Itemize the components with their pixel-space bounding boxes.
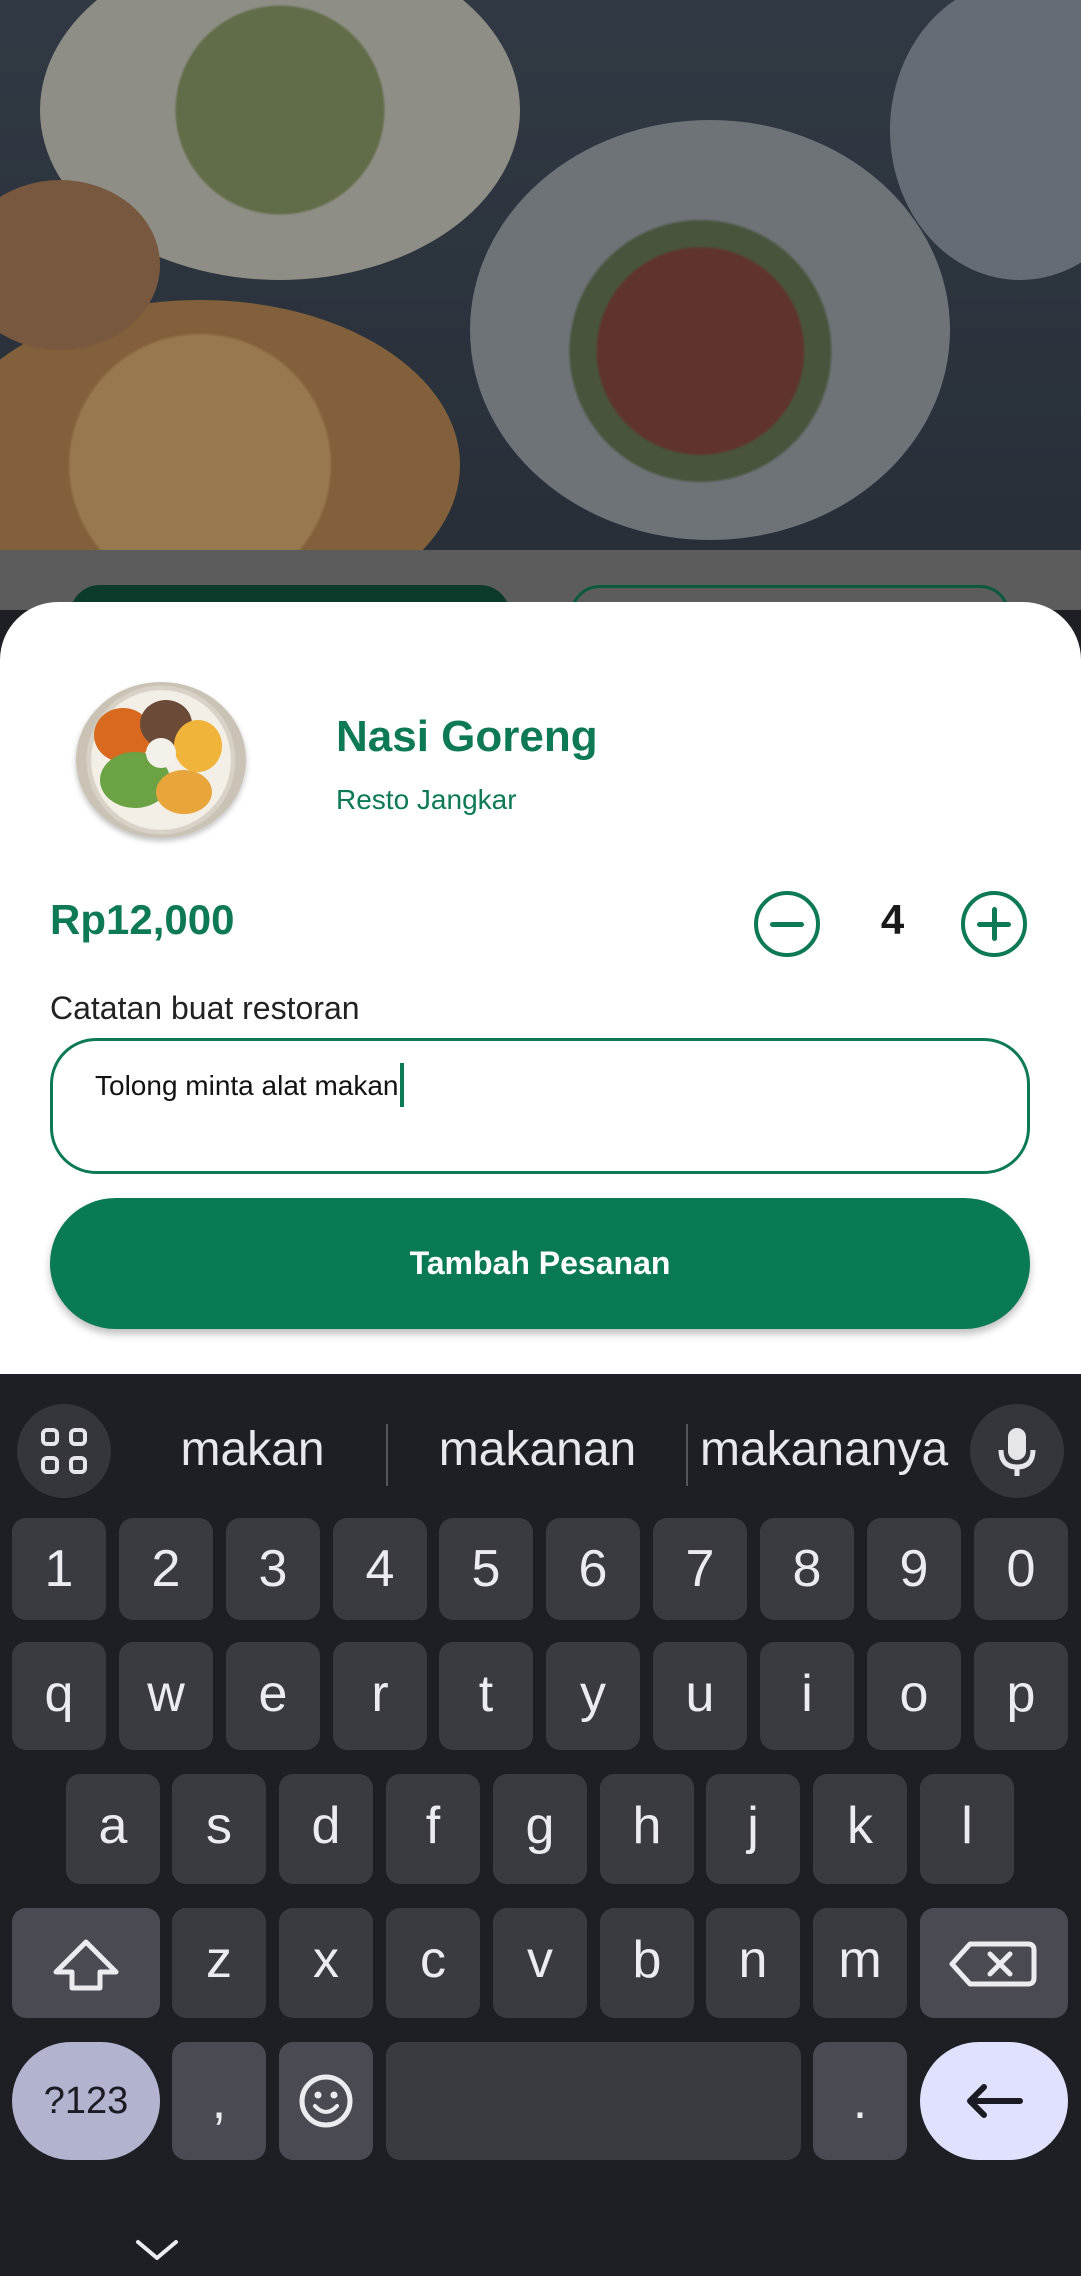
key-o[interactable]: o [867, 1642, 961, 1750]
key-t[interactable]: t [439, 1642, 533, 1750]
key-i[interactable]: i [760, 1642, 854, 1750]
key-h[interactable]: h [600, 1774, 694, 1884]
key-p[interactable]: p [974, 1642, 1068, 1750]
suggestion-divider [386, 1424, 388, 1486]
key-4[interactable]: 4 [333, 1518, 427, 1620]
shift-key[interactable] [12, 1908, 160, 2018]
enter-arrow-icon [967, 2084, 1023, 2118]
key-s[interactable]: s [172, 1774, 266, 1884]
key-g[interactable]: g [493, 1774, 587, 1884]
key-q[interactable]: q [12, 1642, 106, 1750]
key-8[interactable]: 8 [760, 1518, 854, 1620]
backspace-icon [949, 1941, 1037, 1987]
key-u[interactable]: u [653, 1642, 747, 1750]
emoji-icon [299, 2074, 353, 2128]
key-l[interactable]: l [920, 1774, 1014, 1884]
increase-quantity-button[interactable] [961, 891, 1027, 957]
key-2[interactable]: 2 [119, 1518, 213, 1620]
microphone-icon [998, 1428, 1036, 1476]
key-1[interactable]: 1 [12, 1518, 106, 1620]
food-price: Rp12,000 [50, 896, 235, 943]
period-key[interactable]: . [813, 2042, 907, 2160]
quantity-value: 4 [880, 896, 905, 943]
key-j[interactable]: j [706, 1774, 800, 1884]
food-name: Nasi Goreng [336, 712, 598, 761]
key-0[interactable]: 0 [974, 1518, 1068, 1620]
hero-food-photo [0, 0, 1081, 550]
key-3[interactable]: 3 [226, 1518, 320, 1620]
key-x[interactable]: x [279, 1908, 373, 2018]
restaurant-name: Resto Jangkar [336, 784, 517, 815]
key-n[interactable]: n [706, 1908, 800, 2018]
key-z[interactable]: z [172, 1908, 266, 2018]
key-w[interactable]: w [119, 1642, 213, 1750]
key-b[interactable]: b [600, 1908, 694, 2018]
key-c[interactable]: c [386, 1908, 480, 2018]
note-input-text: Tolong minta alat makan [95, 1070, 399, 1101]
key-f[interactable]: f [386, 1774, 480, 1884]
key-e[interactable]: e [226, 1642, 320, 1750]
chevron-down-icon [136, 2240, 178, 2260]
key-r[interactable]: r [333, 1642, 427, 1750]
comma-key[interactable]: , [172, 2042, 266, 2160]
key-k[interactable]: k [813, 1774, 907, 1884]
key-5[interactable]: 5 [439, 1518, 533, 1620]
key-v[interactable]: v [493, 1908, 587, 2018]
symbols-key[interactable]: ?123 [12, 2042, 160, 2160]
key-6[interactable]: 6 [546, 1518, 640, 1620]
key-m[interactable]: m [813, 1908, 907, 2018]
key-a[interactable]: a [66, 1774, 160, 1884]
space-key[interactable] [386, 2042, 801, 2160]
food-image [76, 682, 246, 838]
add-order-button[interactable]: Tambah Pesanan [50, 1198, 1030, 1329]
shift-icon [53, 1939, 119, 1991]
suggestion-3[interactable]: makananya [700, 1410, 948, 1490]
hide-keyboard-button[interactable] [132, 2234, 182, 2264]
text-caret [399, 1063, 404, 1107]
keyboard-apps-button[interactable] [17, 1404, 111, 1498]
emoji-key[interactable] [279, 2042, 373, 2160]
suggestion-1[interactable]: makan [140, 1410, 365, 1490]
backspace-key[interactable] [920, 1908, 1068, 2018]
soft-keyboard: makan makanan makananya 1 2 3 4 5 6 7 8 … [0, 1374, 1081, 2276]
key-9[interactable]: 9 [867, 1518, 961, 1620]
key-d[interactable]: d [279, 1774, 373, 1884]
enter-key[interactable] [920, 2042, 1068, 2160]
key-7[interactable]: 7 [653, 1518, 747, 1620]
note-input[interactable]: Tolong minta alat makan [50, 1038, 1030, 1174]
decrease-quantity-button[interactable] [754, 891, 820, 957]
note-label: Catatan buat restoran [50, 990, 360, 1026]
voice-input-button[interactable] [970, 1404, 1064, 1498]
suggestion-divider [686, 1424, 688, 1486]
suggestion-2[interactable]: makanan [405, 1410, 670, 1490]
key-y[interactable]: y [546, 1642, 640, 1750]
